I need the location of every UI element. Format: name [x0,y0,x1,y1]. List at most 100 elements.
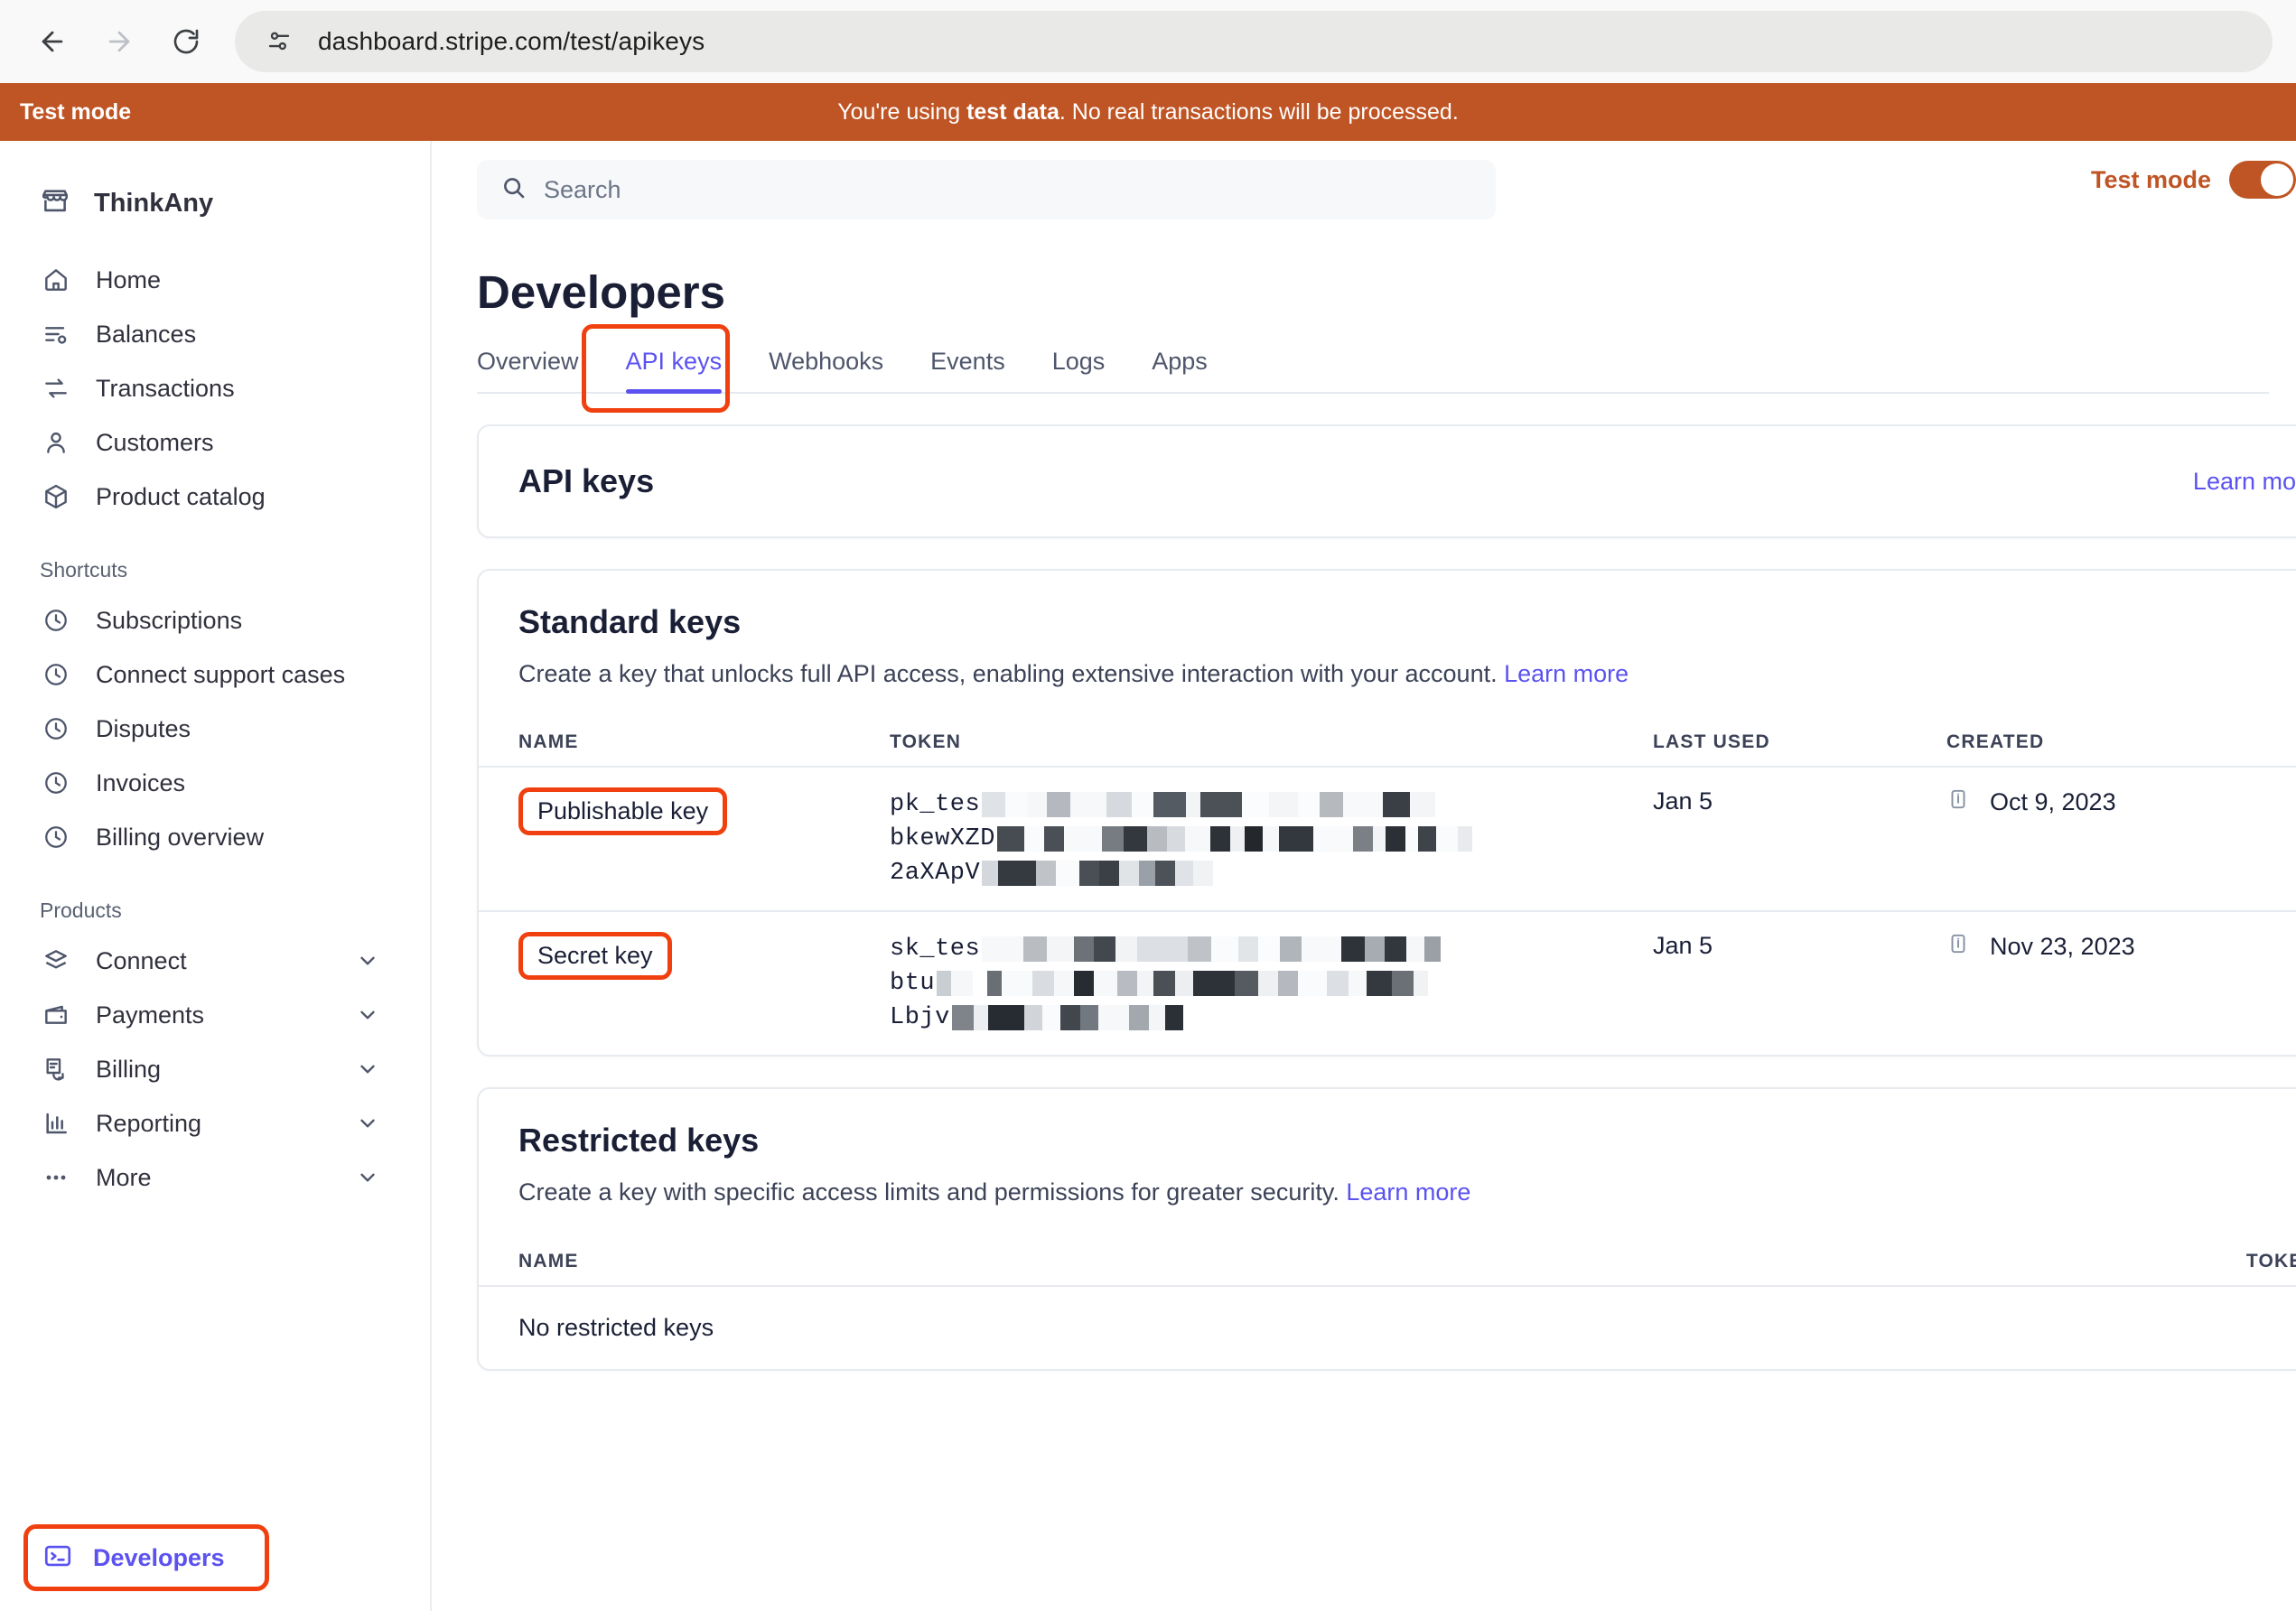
sidebar-item-developers[interactable]: Developers [23,1524,269,1591]
tab-logs[interactable]: Logs [1029,339,1129,392]
sidebar-section-shortcuts: Shortcuts [40,558,128,582]
cell-name: Publishable key [479,767,890,913]
address-bar[interactable]: dashboard.stripe.com/test/apikeys [235,11,2273,72]
sidebar-item-reporting[interactable]: Reporting [0,1096,430,1150]
top-bar: Search Test mode [432,141,2296,238]
sidebar-item-subscriptions[interactable]: Subscriptions [0,593,430,647]
restricted-keys-table-head: NAME TOKEN [479,1237,2296,1287]
standard-keys-description: Create a key that unlocks full API acces… [518,657,2296,690]
chevron-down-icon[interactable] [356,949,379,973]
standard-keys-table-head: NAME TOKEN LAST USED CREATED [479,719,2296,768]
restricted-keys-description-text: Create a key with specific access limits… [518,1178,1347,1206]
sidebar-item-label: Billing overview [96,823,265,851]
restricted-keys-empty-text: No restricted keys [518,1313,714,1341]
standard-keys-table: NAME TOKEN LAST USED CREATED Publishable… [479,719,2296,1055]
column-header-token: TOKEN [890,719,1653,768]
page-body: Developers Overview API keys Webhooks Ev… [432,265,2296,1371]
test-mode-toggle-group: Test mode [2091,161,2296,199]
back-button[interactable] [23,13,81,70]
chevron-down-icon[interactable] [356,1166,379,1189]
chevron-down-icon[interactable] [356,1112,379,1135]
api-keys-learn-more-link[interactable]: Learn more [2193,468,2296,496]
redacted-token-blocks [982,936,1442,963]
back-arrow-icon [37,26,68,57]
site-settings-icon[interactable] [258,21,300,62]
sidebar-footer: Developers [0,1524,430,1591]
browser-toolbar: dashboard.stripe.com/test/apikeys [0,0,2296,83]
sidebar-item-billing[interactable]: Billing [0,1042,430,1096]
standard-keys-title: Standard keys [518,603,742,640]
restricted-keys-learn-more-link[interactable]: Learn more [1346,1178,1470,1206]
sidebar-item-disputes[interactable]: Disputes [0,702,430,756]
bar-chart-icon [40,1107,72,1140]
sidebar-item-label: Transactions [96,374,235,402]
info-icon[interactable] [1946,787,1970,817]
token-line: sk_tes [890,932,1653,966]
tab-apps[interactable]: Apps [1128,339,1231,392]
sidebar-item-invoices[interactable]: Invoices [0,756,430,810]
terminal-icon [42,1541,73,1576]
sidebar-item-billing-overview[interactable]: Billing overview [0,810,430,864]
sidebar-item-payments[interactable]: Payments [0,988,430,1042]
column-header-last-used: LAST USED [1653,719,1946,768]
table-row[interactable]: Publishable key pk_tes bkewXZD 2aXApV Ja… [479,767,2296,913]
sidebar-item-balances[interactable]: Balances [0,307,430,361]
clock-icon [40,658,72,691]
sidebar-item-product-catalog[interactable]: Product catalog [0,470,430,524]
brand-account-switcher[interactable]: ThinkAny [0,141,430,231]
redacted-token-blocks [937,971,1429,997]
created-date: Oct 9, 2023 [1990,788,2116,816]
home-icon [40,264,72,296]
sidebar-item-more[interactable]: More [0,1150,430,1205]
cell-token[interactable]: pk_tes bkewXZD 2aXApV [890,767,1653,913]
layers-icon [40,945,72,977]
column-header-token: TOKEN [1472,1237,2296,1287]
info-icon[interactable] [1946,932,1970,962]
token-prefix: pk_tes [890,791,981,819]
sidebar-item-transactions[interactable]: Transactions [0,361,430,415]
api-keys-card: API keys Learn more [477,424,2296,538]
token-prefix: bkewXZD [890,825,995,853]
sidebar-item-home[interactable]: Home [0,253,430,307]
customers-icon [40,426,72,459]
banner-message-suffix: . No real transactions will be processed… [1059,98,1459,125]
sidebar-item-label: Billing [96,1055,162,1083]
transactions-icon [40,372,72,405]
app-frame: ThinkAny Home Balances Transactions Cust… [0,141,2296,1611]
table-row[interactable]: Secret key sk_tes btu Lbjv Jan 5 Nov 23,… [479,911,2296,1055]
balances-icon [40,318,72,350]
standard-keys-learn-more-link[interactable]: Learn more [1504,660,1629,687]
clock-icon [40,604,72,637]
redacted-token-blocks [996,826,1472,852]
forward-button[interactable] [90,13,148,70]
reload-button[interactable] [157,13,215,70]
chevron-down-icon[interactable] [356,1003,379,1027]
reload-icon [172,27,201,56]
test-mode-toggle[interactable] [2229,161,2296,199]
sidebar-item-label: More [96,1163,152,1191]
clock-icon [40,821,72,853]
standard-keys-description-text: Create a key that unlocks full API acces… [518,660,1505,687]
table-header-row: NAME TOKEN [479,1237,2296,1287]
token-prefix: 2aXApV [890,860,981,888]
sidebar-item-connect[interactable]: Connect [0,934,430,988]
search-input[interactable]: Search [477,160,1496,219]
tab-webhooks[interactable]: Webhooks [745,339,907,392]
restricted-keys-description: Create a key with specific access limits… [518,1176,2296,1208]
sidebar-item-connect-support-cases[interactable]: Connect support cases [0,647,430,702]
cell-token[interactable]: sk_tes btu Lbjv [890,911,1653,1055]
sidebar-item-label: Home [96,265,162,293]
redacted-token-blocks [982,792,1436,818]
cell-created: Nov 23, 2023 [1946,911,2296,1055]
sidebar-item-label: Subscriptions [96,606,243,634]
chevron-down-icon[interactable] [356,1057,379,1081]
tab-api-keys[interactable]: API keys [602,339,746,394]
secret-key-name: Secret key [518,932,672,981]
token-prefix: sk_tes [890,936,981,964]
tab-events[interactable]: Events [907,339,1029,392]
wallet-icon [40,999,72,1031]
product-catalog-icon [40,480,72,513]
billing-icon [40,1053,72,1085]
tab-overview[interactable]: Overview [477,339,602,392]
sidebar-item-customers[interactable]: Customers [0,415,430,470]
